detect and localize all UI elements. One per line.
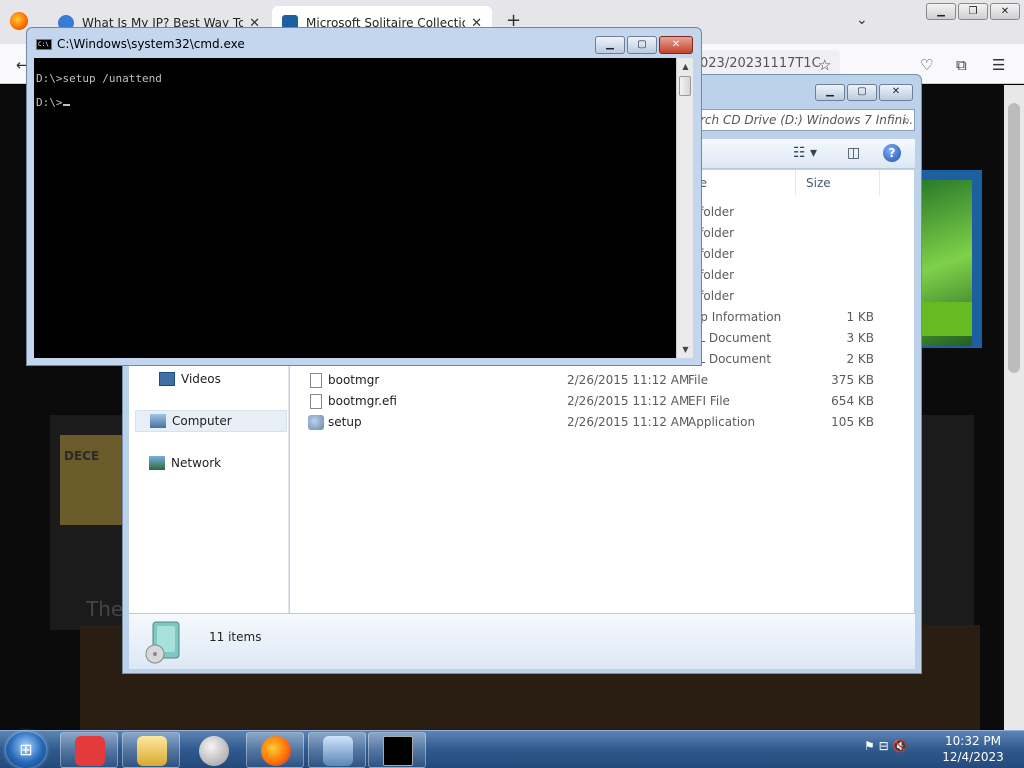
file-size: 2 KB [846, 352, 874, 366]
file-date: 2/26/2015 11:12 AM [567, 373, 690, 387]
computer-icon [150, 414, 166, 428]
pocket-icon[interactable]: ♡ [920, 56, 933, 74]
file-name: bootmgr [328, 373, 380, 387]
clock-date: 12/4/2023 [942, 750, 1004, 764]
console-prompt: D:\> [36, 96, 63, 109]
notification-area: ⚑ ⊟ 🔇 [864, 739, 907, 753]
search-icon[interactable]: ⌕ [903, 110, 910, 130]
browser-scrollbar[interactable] [1004, 85, 1024, 730]
details-pane: 11 items [129, 613, 915, 669]
table-row[interactable]: bootmgr.efi 2/26/2015 11:12 AM EFI File 654… [290, 391, 890, 412]
calendar-month: DECE [64, 449, 100, 463]
nav-label: Videos [181, 372, 221, 386]
search-input[interactable]: rch CD Drive (D:) Windows 7 Infini... ⌕ [693, 109, 915, 131]
extensions-icon[interactable]: ⧉ [956, 56, 967, 74]
section-heading: The [86, 597, 124, 621]
taskbar-vivaldi[interactable] [60, 732, 118, 768]
firefox-icon [261, 736, 291, 766]
game-art-bar [922, 302, 972, 336]
cmd-window: C:\ C:\Windows\system32\cmd.exe ▁ ▢ ✕ D:… [26, 27, 702, 366]
calendar-tile: DECE [60, 435, 124, 525]
table-row[interactable]: setup 2/26/2015 11:12 AM Application 105 KB [290, 412, 890, 433]
nav-item-videos[interactable]: Videos [135, 368, 287, 390]
scrollbar-thumb[interactable] [679, 76, 691, 96]
file-type: Application [688, 415, 756, 429]
cd-drive-icon [145, 621, 180, 664]
videos-icon [159, 372, 175, 386]
help-icon[interactable]: ? [883, 144, 901, 162]
taskbar-cmd[interactable] [368, 732, 426, 768]
taskbar-control-panel[interactable] [308, 732, 366, 768]
text-cursor [62, 104, 70, 106]
content-card [922, 415, 974, 630]
item-count: 11 items [209, 630, 262, 644]
network-status-icon[interactable]: ⊟ [879, 739, 889, 753]
file-size: 1 KB [846, 310, 874, 324]
file-size: 3 KB [846, 331, 874, 345]
nav-label: Network [171, 456, 222, 470]
cmd-icon: C:\ [36, 39, 52, 50]
console-prompt-line: D:\> [36, 91, 674, 115]
folder-icon [137, 736, 167, 766]
file-type: EFI File [688, 394, 730, 408]
restore-button[interactable]: ❐ [958, 3, 988, 20]
taskbar: ⊞ ⚑ ⊟ 🔇 10:32 PM 12/4/2023 [0, 730, 1024, 768]
view-options-icon[interactable]: ☷ ▾ [793, 145, 817, 161]
file-date: 2/26/2015 11:12 AM [567, 415, 690, 429]
close-button[interactable]: ✕ [990, 3, 1020, 20]
cmd-title-bar[interactable]: C:\ C:\Windows\system32\cmd.exe ▁ ▢ ✕ [27, 28, 701, 58]
taskbar-explorer[interactable] [122, 732, 180, 768]
console-output[interactable]: D:\>setup /unattend D:\> [34, 58, 676, 358]
volume-muted-icon[interactable]: 🔇 [892, 739, 907, 753]
menu-icon[interactable]: ☰ [992, 56, 1005, 74]
taskbar-generic-app[interactable] [184, 732, 242, 768]
nav-label: Computer [172, 414, 232, 428]
file-size: 375 KB [831, 373, 874, 387]
file-size: 105 KB [831, 415, 874, 429]
network-icon [149, 456, 165, 470]
file-icon [310, 373, 322, 388]
table-row[interactable]: bootmgr 2/26/2015 11:12 AM File 375 KB [290, 370, 890, 391]
close-button[interactable]: ✕ [879, 84, 913, 101]
scroll-up-icon[interactable]: ▲ [677, 58, 694, 75]
start-button[interactable]: ⊞ [6, 732, 46, 768]
column-header-type[interactable]: pe [688, 170, 796, 196]
minimize-button[interactable]: ▁ [595, 36, 625, 54]
scroll-down-icon[interactable]: ▼ [677, 341, 694, 358]
search-placeholder: rch CD Drive (D:) Windows 7 Infini... [700, 113, 915, 127]
file-name: setup [328, 415, 362, 429]
minimize-button[interactable]: ▁ [815, 84, 845, 101]
taskbar-firefox[interactable] [246, 732, 304, 768]
firefox-icon[interactable] [10, 12, 28, 30]
console-line: D:\>setup /unattend [36, 72, 162, 85]
maximize-button[interactable]: ▢ [847, 84, 877, 101]
maximize-button[interactable]: ▢ [627, 36, 657, 54]
cmd-scrollbar[interactable]: ▲ ▼ [676, 58, 693, 358]
control-panel-icon [323, 736, 353, 766]
action-center-icon[interactable]: ⚑ [864, 739, 875, 753]
preview-pane-icon[interactable]: ◫ [847, 145, 860, 161]
close-button[interactable]: ✕ [659, 36, 693, 54]
nav-item-network[interactable]: Network [135, 452, 287, 474]
scrollbar-thumb[interactable] [1008, 103, 1020, 373]
bookmark-star-icon[interactable]: ☆ [818, 56, 831, 74]
orb-icon [199, 736, 229, 766]
system-clock[interactable]: 10:32 PM 12/4/2023 [928, 733, 1018, 765]
file-icon [310, 394, 322, 409]
setup-app-icon [308, 415, 324, 430]
file-type: File [688, 373, 709, 387]
minimize-button[interactable]: ▁ [926, 3, 956, 20]
window-title: C:\Windows\system32\cmd.exe [57, 37, 245, 51]
clock-time: 10:32 PM [945, 734, 1001, 748]
cmd-icon [383, 736, 413, 766]
solitaire-game-thumbnail[interactable] [920, 170, 982, 348]
file-date: 2/26/2015 11:12 AM [567, 394, 690, 408]
list-all-tabs-icon[interactable]: ⌄ [856, 12, 868, 28]
column-header-size[interactable]: Size [802, 170, 880, 196]
nav-item-computer[interactable]: Computer [135, 410, 287, 432]
file-size: 654 KB [831, 394, 874, 408]
file-name: bootmgr.efi [328, 394, 397, 408]
vivaldi-icon [75, 736, 105, 766]
